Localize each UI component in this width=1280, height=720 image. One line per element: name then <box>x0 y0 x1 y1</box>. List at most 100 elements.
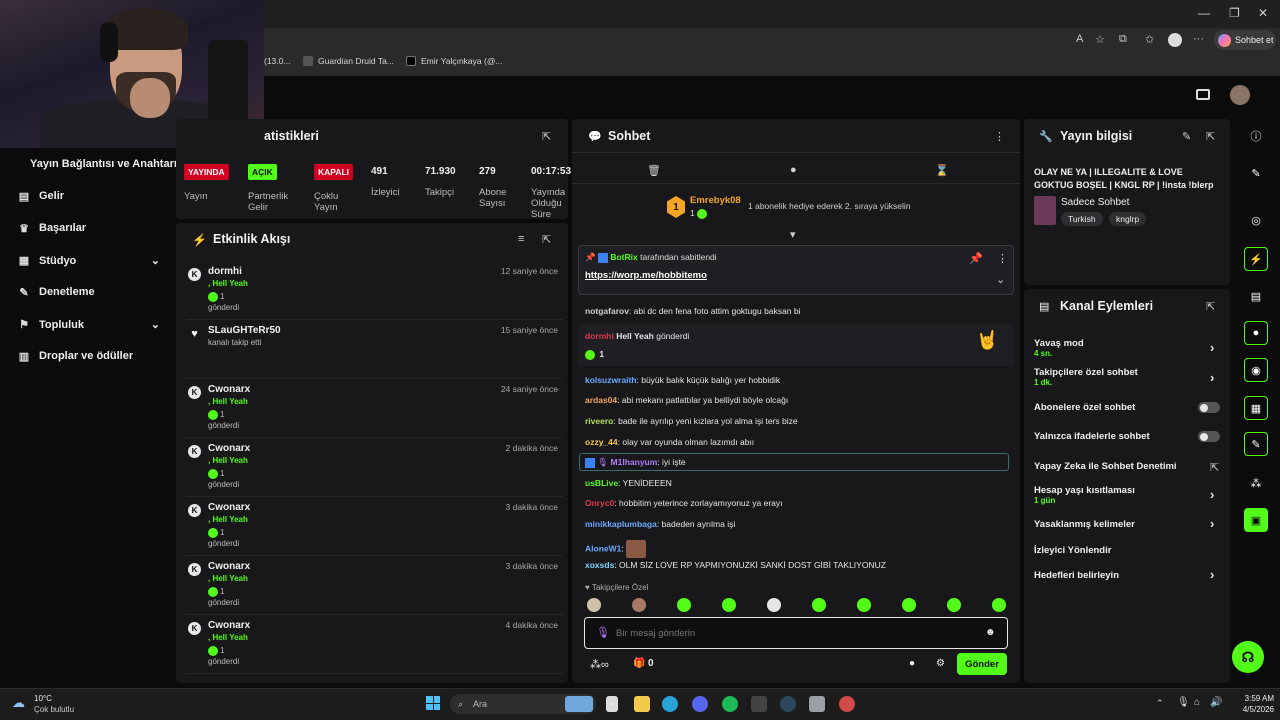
more-icon[interactable]: ··· <box>1193 33 1204 45</box>
app-icon[interactable] <box>839 696 855 712</box>
category-thumbnail[interactable] <box>1034 196 1056 225</box>
community-icon[interactable]: ⁂ <box>1244 471 1268 495</box>
popout-icon[interactable]: ⇱ <box>542 233 551 246</box>
chevron-down-icon[interactable]: ⌄ <box>996 273 1005 286</box>
profile-icon[interactable] <box>1168 33 1182 47</box>
raid-viewers[interactable]: İzleyici Yönlendir <box>1034 545 1111 556</box>
folder-icon[interactable] <box>634 696 650 712</box>
event-user[interactable]: SLauGHTeRr50 <box>208 325 281 336</box>
chat-input[interactable] <box>616 624 966 642</box>
hourglass-icon[interactable]: ⌛ <box>935 164 949 177</box>
emote-icon[interactable] <box>812 598 826 612</box>
external-link-icon[interactable]: ⇱ <box>1210 461 1219 474</box>
more-vertical-icon[interactable]: ⋮ <box>994 130 1005 143</box>
wrench-icon[interactable]: ✎ <box>1244 432 1268 456</box>
gift-icon[interactable]: 🎁 <box>633 658 645 669</box>
minimize-icon[interactable]: — <box>1198 6 1210 20</box>
help-chat-button[interactable]: ☊ <box>1232 641 1264 673</box>
bookmark-3[interactable]: Emir Yalçınkaya (@... <box>406 56 503 66</box>
mic-tray-icon[interactable]: 🎙 <box>1177 697 1190 708</box>
extensions-icon[interactable]: ⧉ <box>1119 33 1127 46</box>
set-goals[interactable]: Hedefleri belirleyin <box>1034 570 1119 581</box>
pen-icon[interactable]: ✎ <box>1244 161 1268 185</box>
bookmark-1[interactable]: (13.0... <box>264 56 290 66</box>
gift-prompt[interactable]: 1 abonelik hediye ederek 2. sıraya yükse… <box>748 201 911 211</box>
close-icon[interactable]: ✕ <box>1258 6 1268 20</box>
favorites-icon[interactable]: ✩ <box>1145 33 1154 46</box>
edit-icon[interactable]: ✎ <box>1182 130 1191 143</box>
event-user[interactable]: Cwonarx <box>208 384 250 395</box>
emote-icon[interactable] <box>767 598 781 612</box>
avatar[interactable] <box>1230 85 1250 105</box>
settings-icon[interactable] <box>809 696 825 712</box>
tag[interactable]: Turkish <box>1061 212 1103 226</box>
filter-icon[interactable]: ≡ <box>518 233 524 245</box>
slow-mode[interactable]: Yavaş mod 4 sn. <box>1034 338 1084 358</box>
start-icon[interactable] <box>426 696 440 710</box>
edge-icon[interactable] <box>662 696 678 712</box>
more-vertical-icon[interactable]: ⋮ <box>997 252 1008 265</box>
lightning-icon[interactable]: ⚡ <box>1244 247 1268 271</box>
chevron-right-icon[interactable]: › <box>1210 340 1214 355</box>
target-icon[interactable]: ◎ <box>1244 208 1268 232</box>
popout-icon[interactable]: ⇱ <box>1206 300 1215 313</box>
sidebar-item-studyo[interactable]: ▦ Stüdyo ⌄ <box>18 254 160 268</box>
mic-icon[interactable]: 🎙 <box>596 626 610 639</box>
info-icon[interactable]: ⓘ <box>1244 124 1268 148</box>
event-user[interactable]: dormhi <box>208 266 242 277</box>
chevron-right-icon[interactable]: › <box>1210 487 1214 502</box>
clock-time[interactable]: 3:59 AM <box>1236 694 1274 703</box>
followers-only-chat[interactable]: Takipçilere özel sohbet 1 dk. <box>1034 367 1138 387</box>
event-user[interactable]: Cwonarx <box>208 502 250 513</box>
chevron-right-icon[interactable]: › <box>1210 516 1214 531</box>
chevron-right-icon[interactable]: › <box>1210 567 1214 582</box>
popout-icon[interactable]: ⇱ <box>542 130 551 143</box>
emote-icon[interactable] <box>902 598 916 612</box>
read-aloud-icon[interactable]: A <box>1076 33 1083 45</box>
emote-icon[interactable] <box>632 598 646 612</box>
chat-icon[interactable]: ● <box>1244 321 1268 345</box>
discord-icon[interactable] <box>692 696 708 712</box>
chat-bubble-icon[interactable]: ● <box>790 164 797 176</box>
copilot-chat-button[interactable]: Sohbet et <box>1214 30 1276 50</box>
maximize-icon[interactable]: ❐ <box>1229 6 1240 20</box>
favorite-icon[interactable]: ☆ <box>1095 33 1105 46</box>
volume-icon[interactable]: 🔊 <box>1210 697 1222 708</box>
sidebar-item-basarilar[interactable]: ♛ Başarılar <box>18 222 86 235</box>
emote-icon[interactable] <box>587 598 601 612</box>
chevron-right-icon[interactable]: › <box>1210 370 1214 385</box>
trash-icon[interactable]: 🗑 <box>647 164 661 177</box>
network-icon[interactable]: ⌂ <box>1194 697 1200 708</box>
studio-preview-icon[interactable] <box>1196 89 1210 100</box>
emote-only-toggle[interactable] <box>1198 431 1220 442</box>
document-icon[interactable]: ▤ <box>1244 284 1268 308</box>
send-button[interactable]: Gönder <box>957 653 1007 675</box>
clapper-icon[interactable]: ▣ <box>1244 508 1268 532</box>
layout-icon[interactable]: ▦ <box>1244 396 1268 420</box>
sidebar-item-gelir[interactable]: ▤ Gelir <box>18 190 64 203</box>
landscape-icon[interactable] <box>565 696 593 712</box>
ai-moderation[interactable]: Yapay Zeka ile Sohbet Denetimi <box>1034 461 1177 472</box>
sidebar-item-denetleme[interactable]: ✎ Denetleme <box>18 286 94 299</box>
sidebar-item-droplar[interactable]: ▥ Droplar ve ödüller <box>18 350 133 363</box>
gift-user[interactable]: Emrebyk08 <box>690 195 741 206</box>
emote-icon[interactable] <box>677 598 691 612</box>
weather-temp[interactable]: 10°C <box>34 694 52 703</box>
emote-icon[interactable] <box>857 598 871 612</box>
emote-icon[interactable] <box>992 598 1006 612</box>
bookmark-2[interactable]: Guardian Druid Ta... <box>303 56 394 66</box>
infinity-points-icon[interactable]: ⁂∞ <box>590 658 609 671</box>
file-explorer-icon[interactable] <box>606 696 618 712</box>
steam-icon[interactable] <box>780 696 796 712</box>
chevron-up-icon[interactable]: ⌃ <box>1156 698 1164 709</box>
account-age-restriction[interactable]: Hesap yaşı kısıtlaması 1 gün <box>1034 485 1135 505</box>
emoji-icon[interactable]: ☻ <box>985 627 996 638</box>
emote-icon[interactable] <box>722 598 736 612</box>
subscribers-only-toggle[interactable] <box>1198 402 1220 413</box>
pinned-link[interactable]: https://worp.me/hobbitemo <box>585 270 707 281</box>
popout-icon[interactable]: ⇱ <box>1206 130 1215 143</box>
category-name[interactable]: Sadece Sohbet <box>1061 197 1129 208</box>
chat-settings-bubble-icon[interactable]: ● <box>909 658 915 669</box>
stream-key-link[interactable]: Yayın Bağlantısı ve Anahtarı <box>30 158 177 170</box>
emote-icon[interactable] <box>947 598 961 612</box>
